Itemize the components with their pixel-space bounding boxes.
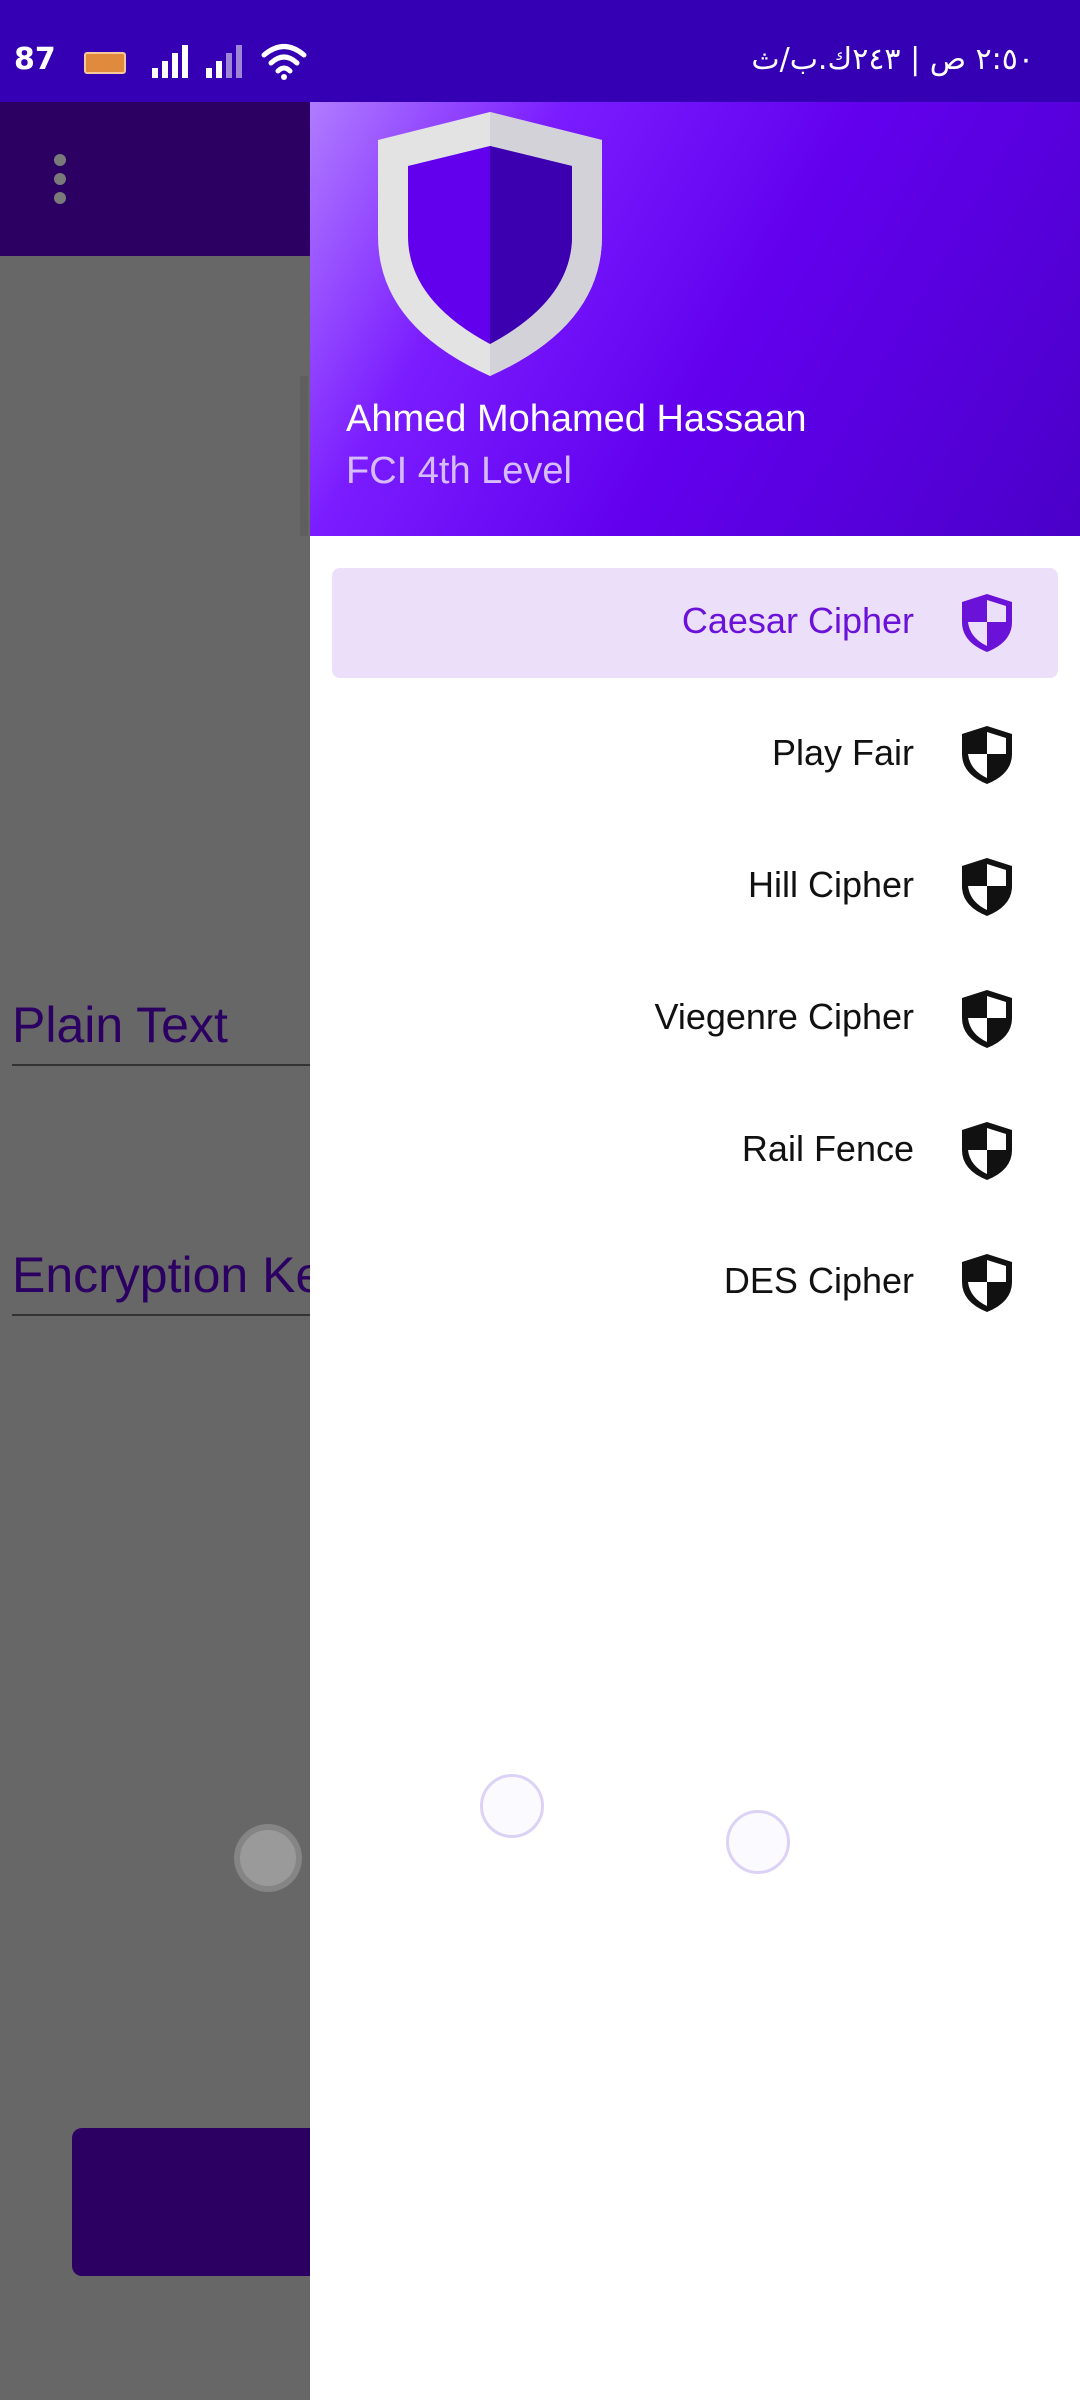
shield-logo-icon: [378, 112, 602, 376]
shield-icon: [962, 1254, 1012, 1312]
shield-icon: [962, 726, 1012, 784]
menu-item-label: Hill Cipher: [747, 864, 914, 905]
overflow-menu-icon[interactable]: [52, 152, 68, 206]
touch-ripple: [480, 1774, 544, 1838]
menu-item-label: DES Cipher: [723, 1260, 914, 1301]
navigation-drawer: Ahmed Mohamed Hassaan FCI 4th Level Caes…: [310, 102, 1080, 2400]
status-time-speed: ٢:٥٠ ص | ٢٤٣ك.ب/ث: [751, 42, 1034, 77]
plain-text-underline: [12, 1064, 312, 1066]
plain-text-field[interactable]: Plain Text: [12, 996, 228, 1054]
menu-item-caesar-cipher[interactable]: Caesar Cipher: [332, 568, 1058, 678]
radio-button[interactable]: [240, 1830, 296, 1886]
shield-icon: [962, 1122, 1012, 1180]
user-name: Ahmed Mohamed Hassaan: [346, 398, 807, 440]
cell-signal-icon: [152, 45, 188, 78]
battery-level: 87: [14, 42, 56, 77]
menu-item-label: Viegenre Cipher: [654, 996, 914, 1037]
wifi-icon: [261, 44, 307, 80]
touch-ripple: [726, 1810, 790, 1874]
card-edge: [300, 376, 308, 536]
menu-item-viegenre-cipher[interactable]: Viegenre Cipher: [332, 964, 1058, 1074]
status-bar: 87 ٢:٥٠ ص | ٢٤٣ك.ب/ث: [0, 0, 1080, 102]
menu-item-rail-fence[interactable]: Rail Fence: [332, 1096, 1058, 1206]
user-level: FCI 4th Level: [346, 450, 572, 492]
shield-icon: [962, 990, 1012, 1048]
menu-item-label: Caesar Cipher: [681, 600, 914, 641]
menu-item-hill-cipher[interactable]: Hill Cipher: [332, 832, 1058, 942]
menu-item-play-fair[interactable]: Play Fair: [332, 700, 1058, 810]
encryption-key-underline: [12, 1314, 312, 1316]
drawer-header: Ahmed Mohamed Hassaan FCI 4th Level: [310, 102, 1080, 536]
cell-signal-2-icon: [206, 45, 242, 78]
encryption-key-field[interactable]: Encryption Ke: [12, 1246, 323, 1304]
menu-item-des-cipher[interactable]: DES Cipher: [332, 1228, 1058, 1338]
menu-item-label: Play Fair: [771, 732, 914, 773]
shield-icon: [962, 594, 1012, 652]
battery-icon: [84, 52, 126, 74]
menu-item-label: Rail Fence: [741, 1128, 914, 1169]
shield-icon: [962, 858, 1012, 916]
